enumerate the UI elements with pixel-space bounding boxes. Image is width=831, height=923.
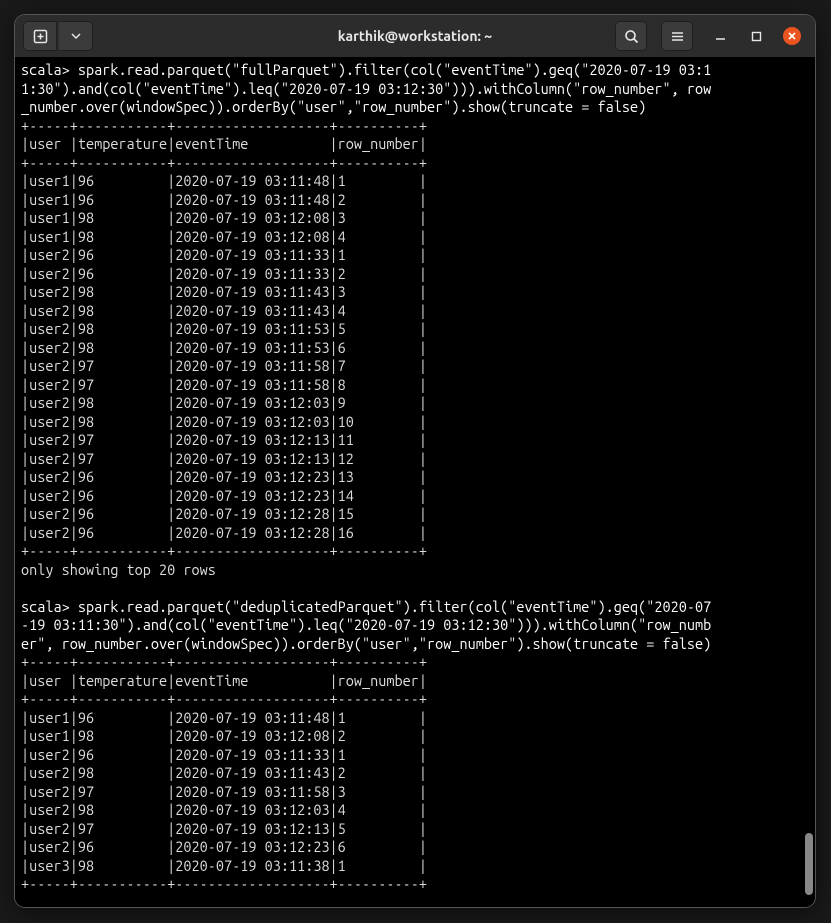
minimize-icon	[715, 31, 726, 42]
menu-button[interactable]	[661, 21, 693, 51]
table-row: |user1|98 |2020-07-19 03:12:08|2 |	[21, 727, 809, 746]
close-icon	[787, 31, 797, 41]
table-sep: +-----+-----------+-------------------+-…	[21, 117, 809, 136]
window-controls	[711, 27, 801, 45]
search-icon	[624, 29, 639, 44]
blank-line	[21, 579, 809, 598]
table-sep: +-----+-----------+-------------------+-…	[21, 690, 809, 709]
table-row: |user2|96 |2020-07-19 03:11:33|1 |	[21, 246, 809, 265]
command-2-line-1: spark.read.parquet("deduplicatedParquet"…	[70, 598, 711, 615]
hamburger-icon	[670, 29, 685, 44]
titlebar: karthik@workstation: ~	[15, 15, 815, 57]
titlebar-left-group	[23, 21, 93, 51]
table-row: |user2|97 |2020-07-19 03:11:58|7 |	[21, 357, 809, 376]
scala-prompt: scala>	[21, 598, 70, 615]
table-row: |user2|97 |2020-07-19 03:12:13|11 |	[21, 431, 809, 450]
table-row: |user2|97 |2020-07-19 03:12:13|12 |	[21, 450, 809, 469]
table-sep: +-----+-----------+-------------------+-…	[21, 875, 809, 894]
close-button[interactable]	[783, 27, 801, 45]
command-1-line-3: _number.over(windowSpec)).orderBy("user"…	[21, 98, 809, 117]
table-row: |user2|96 |2020-07-19 03:12:23|14 |	[21, 487, 809, 506]
table-row: |user2|98 |2020-07-19 03:11:53|5 |	[21, 320, 809, 339]
scrollbar-thumb[interactable]	[805, 833, 813, 895]
terminal-window: karthik@workstation: ~ scala> spark.r	[15, 15, 815, 907]
table-row: |user2|97 |2020-07-19 03:11:58|3 |	[21, 783, 809, 802]
new-tab-icon	[33, 29, 48, 44]
table-row: |user1|96 |2020-07-19 03:11:48|2 |	[21, 191, 809, 210]
table-row: |user1|96 |2020-07-19 03:11:48|1 |	[21, 172, 809, 191]
command-2-line-3: er", row_number.over(windowSpec)).orderB…	[21, 635, 809, 654]
chevron-down-icon	[71, 31, 81, 41]
scala-prompt: scala>	[21, 61, 70, 78]
table-row: |user1|98 |2020-07-19 03:12:08|3 |	[21, 209, 809, 228]
table-row: |user3|98 |2020-07-19 03:11:38|1 |	[21, 857, 809, 876]
table-row: |user1|96 |2020-07-19 03:11:48|1 |	[21, 709, 809, 728]
command-1-line-1: spark.read.parquet("fullParquet").filter…	[70, 61, 711, 78]
table-row: |user2|96 |2020-07-19 03:12:28|16 |	[21, 524, 809, 543]
table-row: |user2|98 |2020-07-19 03:12:03|9 |	[21, 394, 809, 413]
table-header: |user |temperature|eventTime |row_number…	[21, 672, 809, 691]
search-button[interactable]	[615, 21, 647, 51]
command-1-line-2: 1:30").and(col("eventTime").leq("2020-07…	[21, 80, 809, 99]
table-row: |user2|97 |2020-07-19 03:12:13|5 |	[21, 820, 809, 839]
maximize-icon	[751, 31, 762, 42]
table-sep: +-----+-----------+-------------------+-…	[21, 542, 809, 561]
table-row: |user2|98 |2020-07-19 03:12:03|10 |	[21, 413, 809, 432]
maximize-button[interactable]	[747, 27, 765, 45]
command-2-line-2: -19 03:11:30").and(col("eventTime").leq(…	[21, 616, 809, 635]
table-row: |user2|98 |2020-07-19 03:11:43|3 |	[21, 283, 809, 302]
table-row: |user2|96 |2020-07-19 03:12:28|15 |	[21, 505, 809, 524]
terminal-body[interactable]: scala> spark.read.parquet("fullParquet")…	[15, 57, 815, 907]
table-header: |user |temperature|eventTime |row_number…	[21, 135, 809, 154]
tab-dropdown-button[interactable]	[59, 21, 93, 51]
table-row: |user2|98 |2020-07-19 03:11:43|2 |	[21, 764, 809, 783]
minimize-button[interactable]	[711, 27, 729, 45]
table-row: |user2|98 |2020-07-19 03:12:03|4 |	[21, 801, 809, 820]
truncate-msg: only showing top 20 rows	[21, 561, 809, 580]
table-row: |user2|96 |2020-07-19 03:12:23|6 |	[21, 838, 809, 857]
table-sep: +-----+-----------+-------------------+-…	[21, 653, 809, 672]
table-row: |user2|97 |2020-07-19 03:11:58|8 |	[21, 376, 809, 395]
table-row: |user2|96 |2020-07-19 03:11:33|1 |	[21, 746, 809, 765]
table-row: |user2|96 |2020-07-19 03:11:33|2 |	[21, 265, 809, 284]
new-tab-button[interactable]	[23, 21, 57, 51]
titlebar-right-group	[615, 21, 807, 51]
table-sep: +-----+-----------+-------------------+-…	[21, 154, 809, 173]
table-row: |user2|96 |2020-07-19 03:12:23|13 |	[21, 468, 809, 487]
table-row: |user2|98 |2020-07-19 03:11:53|6 |	[21, 339, 809, 358]
table-row: |user1|98 |2020-07-19 03:12:08|4 |	[21, 228, 809, 247]
table-row: |user2|98 |2020-07-19 03:11:43|4 |	[21, 302, 809, 321]
